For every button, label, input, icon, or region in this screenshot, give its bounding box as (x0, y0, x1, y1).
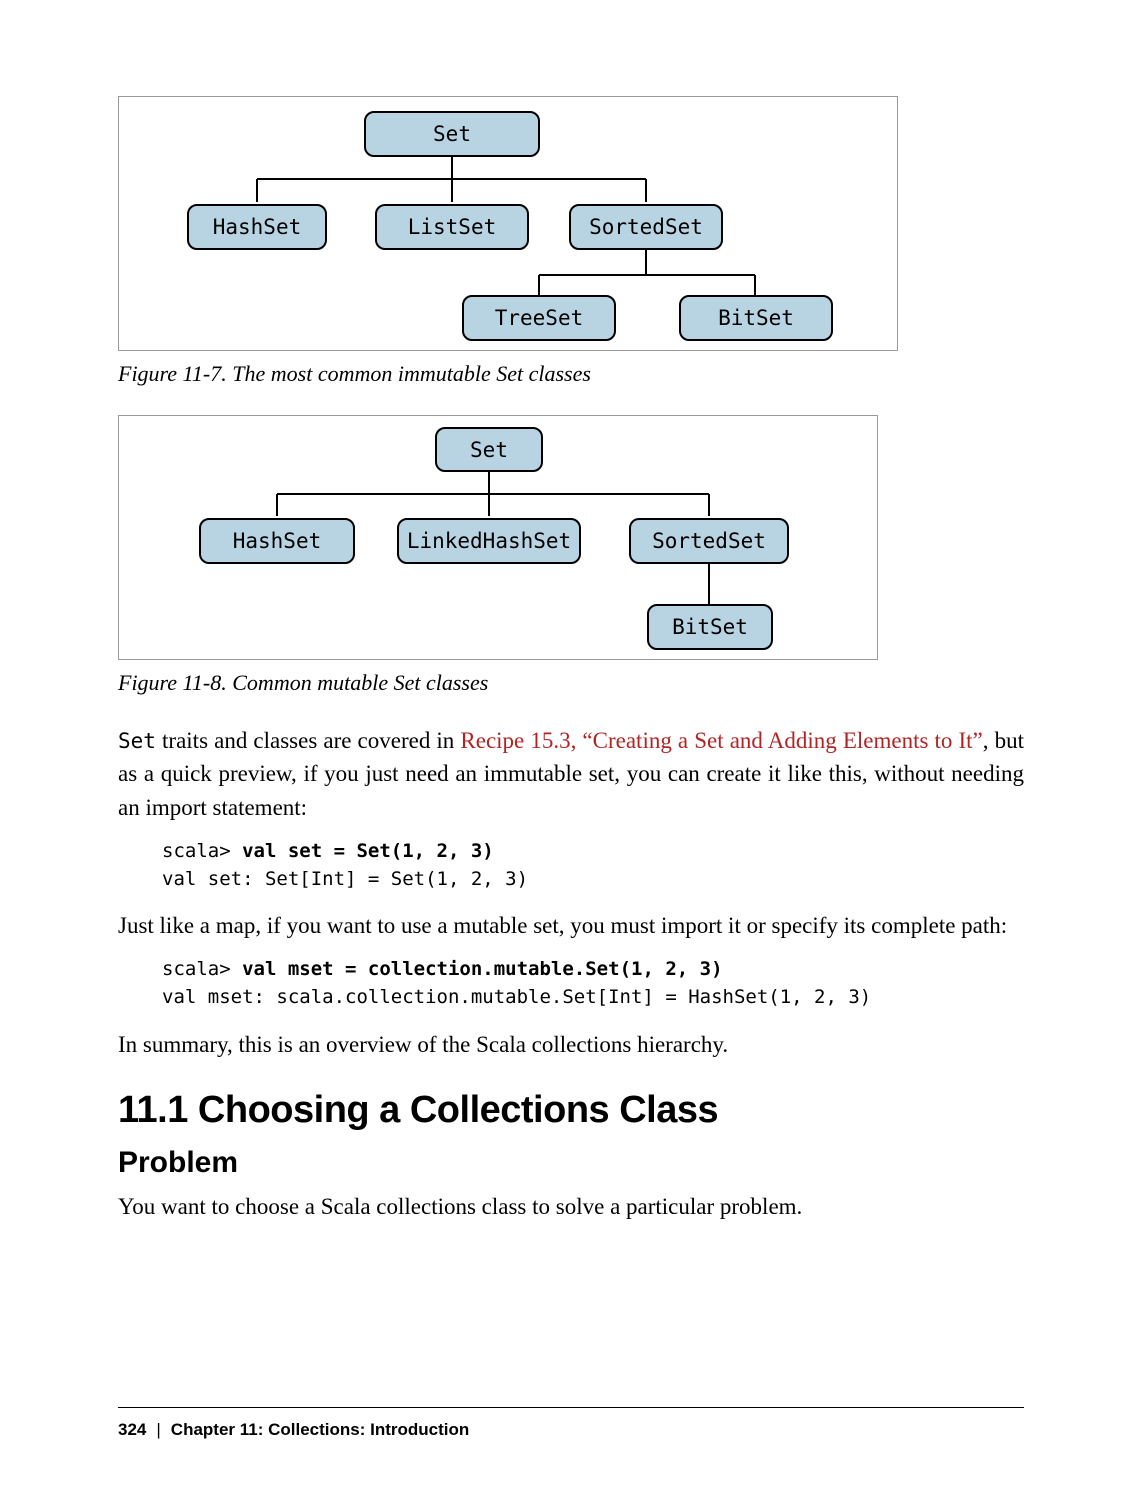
page: Set HashSet ListSet SortedSet TreeSet Bi… (0, 0, 1142, 1500)
paragraph-problem: You want to choose a Scala collections c… (118, 1190, 1024, 1223)
node-sortedset: SortedSet (629, 518, 789, 564)
node-hashset: HashSet (199, 518, 355, 564)
code1-out: val set: Set[Int] = Set(1, 2, 3) (162, 868, 528, 890)
footer-sep: | (146, 1420, 170, 1439)
node-label: BitSet (672, 615, 748, 639)
code2-prompt: scala> (162, 958, 242, 980)
node-label: ListSet (408, 215, 497, 239)
figure-11-7-caption: Figure 11-7. The most common immutable S… (118, 361, 1024, 387)
page-footer: 324|Chapter 11: Collections: Introductio… (118, 1420, 469, 1440)
para1-mid: traits and classes are covered in (156, 728, 460, 753)
node-bitset: BitSet (647, 604, 773, 650)
chapter-title: Chapter 11: Collections: Introduction (171, 1420, 469, 1439)
problem-heading: Problem (118, 1146, 1024, 1180)
node-linkedhashset: LinkedHashSet (397, 518, 581, 564)
footer-rule (118, 1407, 1024, 1408)
page-number: 324 (118, 1420, 146, 1439)
paragraph-summary: In summary, this is an overview of the S… (118, 1028, 1024, 1061)
node-label: SortedSet (589, 215, 703, 239)
recipe-link[interactable]: Recipe 15.3, “Creating a Set and Adding … (460, 728, 982, 753)
node-label: SortedSet (652, 529, 766, 553)
code1-prompt: scala> (162, 840, 242, 862)
paragraph-mutable: Just like a map, if you want to use a mu… (118, 909, 1024, 942)
node-label: BitSet (718, 306, 794, 330)
node-label: LinkedHashSet (407, 529, 571, 553)
paragraph-set-intro: Set traits and classes are covered in Re… (118, 724, 1024, 824)
figure-11-7: Set HashSet ListSet SortedSet TreeSet Bi… (118, 96, 898, 351)
node-set: Set (364, 111, 540, 157)
node-label: HashSet (233, 529, 322, 553)
inline-code-set: Set (118, 729, 156, 753)
figure-11-8: Set HashSet LinkedHashSet SortedSet BitS… (118, 415, 878, 660)
node-bitset: BitSet (679, 295, 833, 341)
node-label: HashSet (213, 215, 302, 239)
node-sortedset: SortedSet (569, 204, 723, 250)
code2-cmd: val mset = collection.mutable.Set(1, 2, … (242, 958, 722, 980)
figure-11-8-caption: Figure 11-8. Common mutable Set classes (118, 670, 1024, 696)
section-heading: 11.1 Choosing a Collections Class (118, 1089, 1024, 1132)
node-label: Set (433, 122, 471, 146)
code-block-2: scala> val mset = collection.mutable.Set… (162, 956, 1024, 1011)
code1-cmd: val set = Set(1, 2, 3) (242, 840, 494, 862)
node-listset: ListSet (375, 204, 529, 250)
node-label: TreeSet (495, 306, 584, 330)
node-treeset: TreeSet (462, 295, 616, 341)
code2-out: val mset: scala.collection.mutable.Set[I… (162, 986, 871, 1008)
node-hashset: HashSet (187, 204, 327, 250)
node-label: Set (470, 438, 508, 462)
code-block-1: scala> val set = Set(1, 2, 3) val set: S… (162, 838, 1024, 893)
node-set: Set (435, 427, 543, 472)
